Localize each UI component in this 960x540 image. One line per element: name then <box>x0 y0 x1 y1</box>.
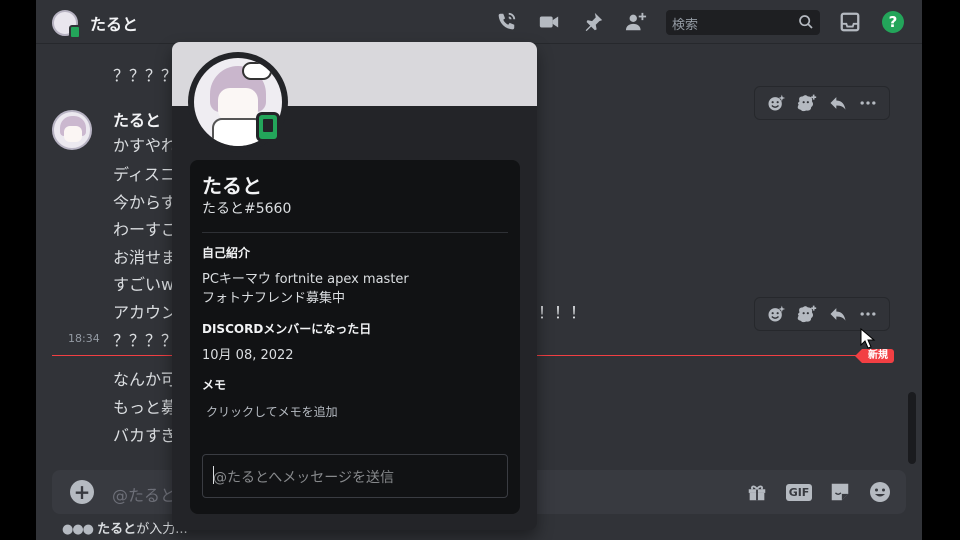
message-text: ディスコ <box>113 165 176 184</box>
attach-plus-icon[interactable]: + <box>70 480 94 504</box>
reply-icon[interactable] <box>828 93 848 113</box>
mobile-status-icon <box>69 25 81 39</box>
profile-card: たると たると#5660 自己紹介 PCキーマウ fortnite apex m… <box>190 160 520 514</box>
add-super-reaction-icon[interactable] <box>766 93 786 113</box>
emoji-icon[interactable] <box>867 480 893 504</box>
divider <box>202 232 508 233</box>
search-icon <box>798 14 814 34</box>
message-avatar[interactable] <box>52 110 92 150</box>
dm-placeholder: @たるとへメッセージを送信 <box>213 470 395 486</box>
note-heading: メモ <box>202 378 227 392</box>
about-heading: 自己紹介 <box>202 246 251 260</box>
message-text: アカウン <box>113 303 178 322</box>
help-icon[interactable]: ? <box>882 11 904 33</box>
composer-placeholder: @たると <box>112 486 177 505</box>
member-since-date: 10月 08, 2022 <box>202 348 294 363</box>
more-icon[interactable] <box>858 93 878 113</box>
message-text: もっと募 <box>113 398 178 417</box>
message-text: バカすぎ <box>113 426 178 445</box>
video-call-icon[interactable] <box>537 10 561 34</box>
message-text: ？？？？ <box>113 331 178 350</box>
add-friend-icon[interactable] <box>624 10 648 34</box>
about-line: PCキーマウ fortnite apex master <box>202 272 409 287</box>
add-super-reaction-icon[interactable] <box>766 304 786 324</box>
message-actions <box>754 86 890 120</box>
add-reaction-icon[interactable] <box>796 93 818 113</box>
message-timestamp: 18:34 <box>68 332 100 345</box>
profile-tag: たると#5660 <box>202 201 292 217</box>
message-text: なんか可 <box>113 370 178 389</box>
scrollbar[interactable] <box>908 392 916 464</box>
gift-icon[interactable] <box>744 480 770 504</box>
message-text: すごいw <box>113 275 175 294</box>
search-input[interactable]: 検索 <box>666 10 820 35</box>
about-line: フォトナフレンド募集中 <box>202 291 346 306</box>
profile-popout: たると たると#5660 自己紹介 PCキーマウ fortnite apex m… <box>172 42 537 530</box>
inbox-icon[interactable] <box>838 10 862 34</box>
message-actions <box>754 297 890 331</box>
note-input[interactable]: クリックしてメモを追加 <box>206 403 338 420</box>
typing-dots-icon: ●●● <box>62 522 94 537</box>
search-placeholder: 検索 <box>672 18 699 33</box>
profile-display-name: たると <box>202 174 262 198</box>
member-since-heading: DISCORDメンバーになった日 <box>202 322 372 336</box>
more-icon[interactable] <box>858 304 878 324</box>
voice-call-icon[interactable] <box>494 10 518 34</box>
message-author[interactable]: たると <box>113 107 161 131</box>
dm-message-input[interactable]: @たるとへメッセージを送信 <box>202 454 508 498</box>
mouse-cursor-icon <box>860 327 876 354</box>
channel-header: たると 検索 ? <box>36 0 922 44</box>
sticker-icon[interactable] <box>827 480 853 504</box>
pin-icon[interactable] <box>581 10 605 34</box>
reply-icon[interactable] <box>828 304 848 324</box>
gif-icon[interactable]: GIF <box>785 480 813 504</box>
mobile-online-icon <box>256 112 280 142</box>
message-text-tail: ！！！ <box>538 303 587 322</box>
add-reaction-icon[interactable] <box>796 304 818 324</box>
channel-title: たると <box>90 15 139 34</box>
message-text: 今からす <box>113 193 177 212</box>
message-text: かすやれ <box>113 136 178 155</box>
message-text: わーすご <box>113 220 178 239</box>
typing-indicator: ●●● たるとが入力... <box>62 518 188 537</box>
header-avatar[interactable] <box>52 10 81 39</box>
message-text: お消せま <box>113 248 178 267</box>
typing-user: たると <box>97 522 137 537</box>
message-text: ？？？？ <box>113 66 178 85</box>
